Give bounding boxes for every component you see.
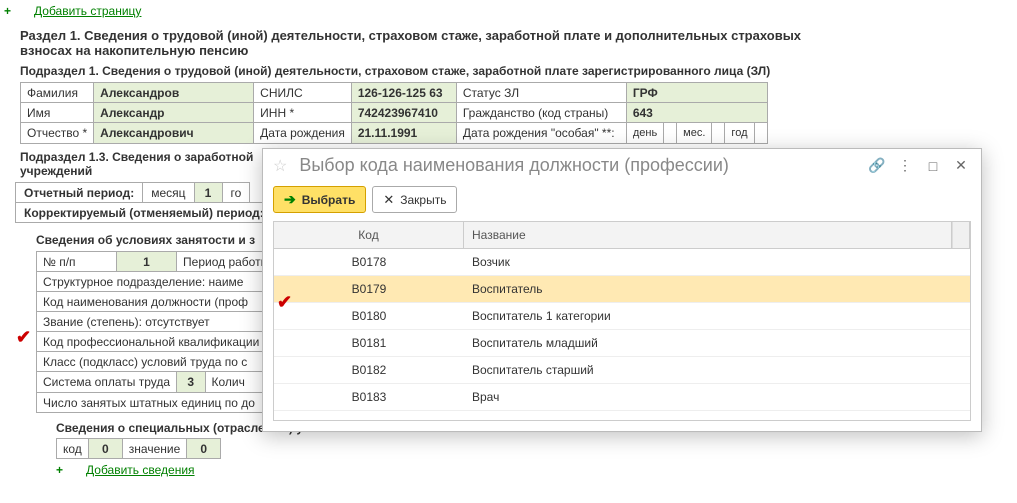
row-name: Врач	[464, 384, 970, 410]
close-button-label: Закрыть	[400, 193, 446, 207]
link-icon[interactable]: 🔗	[867, 156, 887, 176]
grid-row[interactable]: B0179Воспитатель	[274, 276, 970, 303]
maximize-icon[interactable]: □	[923, 156, 943, 176]
month-value[interactable]: 1	[194, 183, 222, 203]
month-label: месяц	[143, 183, 194, 203]
col-code-header[interactable]: Код	[274, 222, 464, 248]
row-code: B0179	[274, 276, 464, 302]
close-icon[interactable]: ✕	[951, 156, 971, 176]
dob-special-fields: день мес. год	[626, 123, 767, 144]
subsection1-title: Подраздел 1. Сведения о трудовой (иной) …	[20, 64, 997, 78]
prof-qual-label: Код профессиональной квалификации	[37, 332, 296, 352]
row-name: Воспитатель старший	[464, 357, 970, 383]
special-value-label: значение	[122, 439, 186, 459]
plus-icon: +	[4, 4, 11, 18]
red-check-icon: ✔	[277, 292, 292, 313]
day-field[interactable]	[664, 123, 677, 143]
patronymic-value[interactable]: Александрович	[94, 123, 254, 144]
row-name: Возчик	[464, 249, 970, 275]
patronymic-label: Отчество *	[21, 123, 94, 144]
pay-system-label: Система оплаты труда	[37, 372, 177, 393]
inn-label: ИНН *	[254, 103, 352, 123]
firstname-value[interactable]: Александр	[94, 103, 254, 123]
lastname-value[interactable]: Александров	[94, 83, 254, 103]
citizenship-label: Гражданство (код страны)	[456, 103, 626, 123]
class-conditions-label: Класс (подкласс) условий труда по с	[37, 352, 296, 372]
row-name: Воспитатель младший	[464, 330, 970, 356]
special-code-label: код	[57, 439, 89, 459]
grid-row[interactable]: B0181Воспитатель младший	[274, 330, 970, 357]
row-code: B0178	[274, 249, 464, 275]
special-code-value[interactable]: 0	[88, 439, 122, 459]
inn-value[interactable]: 742423967410	[351, 103, 456, 123]
plus-icon: +	[56, 463, 63, 477]
special-table: код 0 значение 0	[56, 438, 221, 459]
report-period-row: Отчетный период: месяц 1 го	[15, 182, 250, 203]
grid-row[interactable]: B0178Возчик	[274, 249, 970, 276]
col-name-header[interactable]: Название	[464, 222, 952, 248]
row-code: B0180	[274, 303, 464, 329]
status-label: Статус ЗЛ	[456, 83, 626, 103]
dob-special-label: Дата рождения "особая" **:	[456, 123, 626, 144]
special-value-value[interactable]: 0	[187, 439, 221, 459]
month-field[interactable]	[712, 123, 725, 143]
add-page-link[interactable]: Добавить страницу	[34, 2, 141, 20]
corr-period-row: Корректируемый (отменяемый) период:	[15, 202, 273, 223]
select-button-label: Выбрать	[302, 193, 356, 207]
day-label: день	[627, 123, 664, 143]
dialog-title: Выбор кода наименования должности (профе…	[295, 155, 859, 176]
citizenship-value[interactable]: 643	[626, 103, 767, 123]
year-field[interactable]	[754, 123, 767, 143]
positions-count-label: Число занятых штатных единиц по до	[37, 393, 296, 413]
dob-label: Дата рождения	[254, 123, 352, 144]
person-grid: Фамилия Александров СНИЛС 126-126-125 63…	[20, 82, 768, 144]
grid-row[interactable]: B0180Воспитатель 1 категории	[274, 303, 970, 330]
close-button[interactable]: ✕ Закрыть	[372, 186, 457, 213]
add-info-link[interactable]: Добавить сведения	[86, 461, 195, 479]
red-check-icon: ✔	[16, 327, 31, 348]
year-label-short: го	[222, 183, 250, 203]
job-code-grid: Код Название B0178ВозчикB0179Воспитатель…	[273, 221, 971, 421]
lastname-label: Фамилия	[21, 83, 94, 103]
np-value[interactable]: 1	[117, 252, 177, 272]
scrollbar[interactable]	[952, 222, 970, 248]
struct-unit-label: Структурное подразделение: наиме	[37, 272, 296, 292]
grf-label: ГРФ	[626, 83, 767, 103]
more-icon[interactable]: ⋮	[895, 156, 915, 176]
month-label: мес.	[677, 123, 712, 143]
row-code: B0182	[274, 357, 464, 383]
firstname-label: Имя	[21, 103, 94, 123]
job-code-picker-dialog: ☆ Выбор кода наименования должности (про…	[262, 148, 982, 432]
dob-value[interactable]: 21.11.1991	[351, 123, 456, 144]
report-period-label: Отчетный период:	[16, 183, 143, 203]
snils-label: СНИЛС	[254, 83, 352, 103]
grid-row[interactable]: B0182Воспитатель старший	[274, 357, 970, 384]
section1-title: Раздел 1. Сведения о трудовой (иной) дея…	[20, 28, 840, 58]
close-x-icon: ✕	[383, 192, 394, 208]
rank-label[interactable]: Звание (степень): отсутствует	[37, 312, 296, 332]
row-name: Воспитатель	[464, 276, 970, 302]
pay-system-value[interactable]: 3	[177, 372, 205, 392]
snils-value[interactable]: 126-126-125 63	[351, 83, 456, 103]
year-label: год	[725, 123, 754, 143]
corr-period-label: Корректируемый (отменяемый) период:	[16, 203, 273, 223]
grid-row[interactable]: B0183Врач	[274, 384, 970, 411]
np-label: № п/п	[37, 252, 117, 272]
row-name: Воспитатель 1 категории	[464, 303, 970, 329]
row-code: B0183	[274, 384, 464, 410]
select-arrow-icon: ➔	[284, 191, 296, 208]
employment-table: № п/п 1 Период работы в о Структурное по…	[36, 251, 296, 413]
job-code-label[interactable]: Код наименования должности (проф	[37, 292, 296, 312]
select-button[interactable]: ➔ Выбрать	[273, 186, 366, 213]
row-code: B0181	[274, 330, 464, 356]
favorite-star-icon[interactable]: ☆	[273, 156, 287, 176]
